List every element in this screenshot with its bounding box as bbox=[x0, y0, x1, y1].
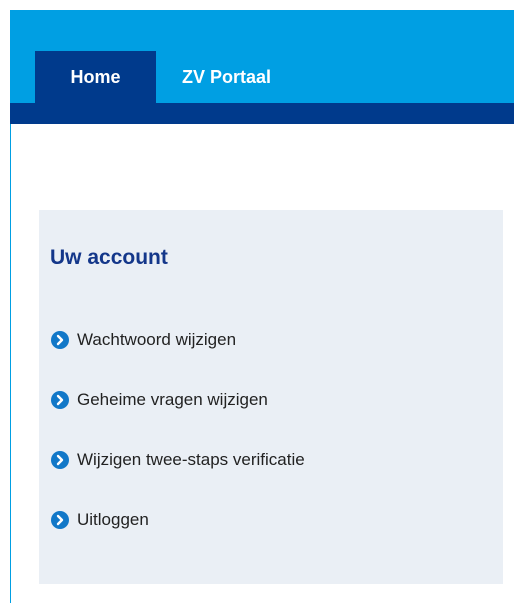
change-password-link[interactable]: Wachtwoord wijzigen bbox=[51, 310, 305, 370]
account-links-list: Wachtwoord wijzigen Geheime vragen wijzi… bbox=[51, 324, 305, 550]
tab-zv-portaal[interactable]: ZV Portaal bbox=[156, 51, 287, 103]
account-panel-title: Uw account bbox=[50, 246, 168, 269]
change-two-step-verification-label: Wijzigen twee-staps verificatie bbox=[77, 450, 305, 469]
chevron-right-circle-icon bbox=[51, 331, 69, 349]
tab-home[interactable]: Home bbox=[35, 51, 156, 103]
change-secret-questions-label: Geheime vragen wijzigen bbox=[77, 390, 268, 409]
chevron-right-circle-icon bbox=[51, 391, 69, 409]
main-tab-bar: Home ZV Portaal bbox=[35, 51, 287, 103]
tab-zv-portaal-label: ZV Portaal bbox=[182, 66, 272, 87]
logout-link[interactable]: Uitloggen bbox=[51, 490, 305, 550]
change-two-step-verification-link[interactable]: Wijzigen twee-staps verificatie bbox=[51, 430, 305, 490]
account-panel: Uw account Wachtwoord wijzigen Geheime v… bbox=[39, 210, 503, 584]
page: Home ZV Portaal Uw account Wachtwoord wi… bbox=[0, 0, 514, 603]
navigation-subbar bbox=[10, 103, 514, 124]
tab-home-label: Home bbox=[70, 66, 121, 87]
chevron-right-circle-icon bbox=[51, 511, 69, 529]
logout-label: Uitloggen bbox=[77, 510, 149, 529]
chevron-right-circle-icon bbox=[51, 451, 69, 469]
change-password-label: Wachtwoord wijzigen bbox=[77, 330, 237, 349]
change-secret-questions-link[interactable]: Geheime vragen wijzigen bbox=[51, 370, 305, 430]
content-left-border bbox=[10, 124, 11, 603]
